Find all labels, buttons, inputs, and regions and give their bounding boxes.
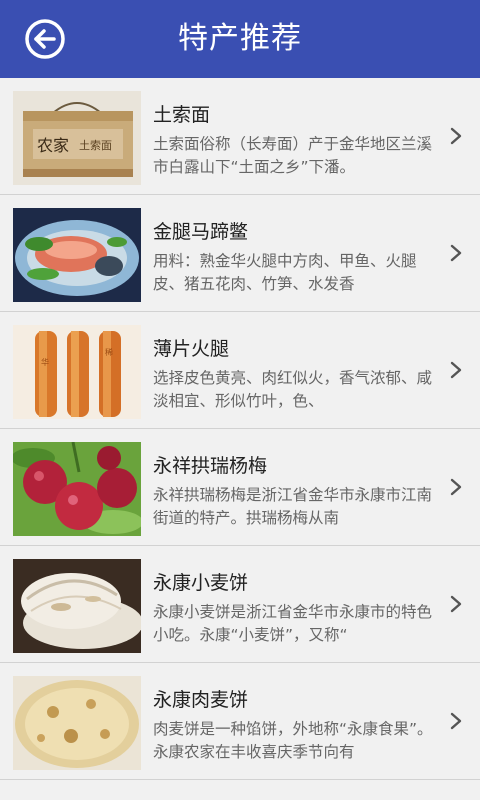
flatbread-photo [13, 559, 141, 653]
item-description: 肉麦饼是一种馅饼，外地称“永康食果”。永康农家在丰收喜庆季节向有 [153, 720, 433, 761]
gift-box-photo: 农家 土索面 [13, 91, 141, 185]
list-item[interactable]: 农家 土索面 土索面 土索面俗称（长寿面）产于金华地区兰溪市白露山下“土面之乡”… [0, 78, 480, 195]
list-item[interactable]: 永祥拱瑞杨梅 永祥拱瑞杨梅是浙江省金华市永康市江南街道的特产。拱瑞杨梅从南 [0, 429, 480, 546]
dish-photo [13, 208, 141, 302]
item-description: 用料：熟金华火腿中方肉、甲鱼、火腿皮、猪五花肉、竹笋、水发香 [153, 252, 417, 293]
meat-pie-photo [13, 676, 141, 770]
chevron-right-icon [450, 595, 462, 613]
chevron-right-icon [450, 127, 462, 145]
item-description: 永康小麦饼是浙江省金华市永康市的特色小吃。永康“小麦饼”，又称“ [153, 603, 433, 644]
svg-text:稀: 稀 [105, 347, 113, 357]
svg-text:华: 华 [41, 357, 49, 367]
list-item[interactable]: 华 稀 薄片火腿 选择皮色黄亮、肉红似火，香气浓郁、咸淡相宜、形似竹叶，色、 [0, 312, 480, 429]
chevron-right-icon [450, 712, 462, 730]
chevron-right-icon [450, 478, 462, 496]
list-item[interactable]: 金腿马蹄鳖 用料：熟金华火腿中方肉、甲鱼、火腿皮、猪五花肉、竹笋、水发香 [0, 195, 480, 312]
chevron-right-icon [450, 361, 462, 379]
list-item[interactable]: 永康肉麦饼 肉麦饼是一种馅饼，外地称“永康食果”。永康农家在丰收喜庆季节向有 [0, 663, 480, 780]
svg-text:农家: 农家 [37, 136, 69, 155]
svg-text:土索面: 土索面 [79, 138, 112, 152]
item-name: 永康小麦饼 [153, 572, 249, 594]
item-name: 土索面 [153, 104, 211, 126]
product-list: 农家 土索面 土索面 土索面俗称（长寿面）产于金华地区兰溪市白露山下“土面之乡”… [0, 78, 480, 800]
item-name: 永祥拱瑞杨梅 [153, 455, 268, 477]
item-description: 土索面俗称（长寿面）产于金华地区兰溪市白露山下“土面之乡”下潘。 [153, 135, 433, 176]
bayberry-photo [13, 442, 141, 536]
item-name: 薄片火腿 [153, 338, 230, 360]
item-description: 永祥拱瑞杨梅是浙江省金华市永康市江南街道的特产。拱瑞杨梅从南 [153, 486, 433, 527]
list-item[interactable]: 永康小麦饼 永康小麦饼是浙江省金华市永康市的特色小吃。永康“小麦饼”，又称“ [0, 546, 480, 663]
ham-photo: 华 稀 [13, 325, 141, 419]
item-description: 选择皮色黄亮、肉红似火，香气浓郁、咸淡相宜、形似竹叶，色、 [153, 369, 433, 410]
item-name: 永康肉麦饼 [153, 689, 249, 711]
app-header: 特产推荐 [0, 0, 480, 78]
chevron-right-icon [450, 244, 462, 262]
page-title: 特产推荐 [178, 21, 302, 56]
item-name: 金腿马蹄鳖 [153, 221, 249, 243]
